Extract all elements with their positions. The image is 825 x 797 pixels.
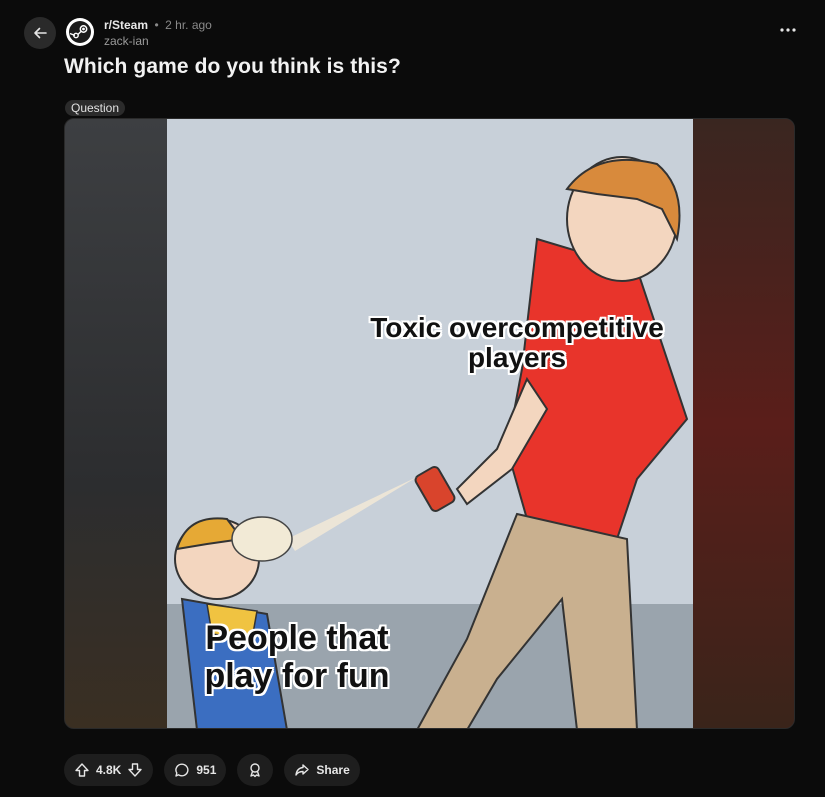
comment-bubble-icon: [175, 763, 189, 777]
subreddit-name[interactable]: r/Steam: [104, 18, 148, 32]
media-blur-left: [65, 119, 167, 728]
comments-button[interactable]: 951: [164, 754, 227, 786]
vote-count: 4.8K: [96, 763, 122, 777]
arrow-up-icon[interactable]: [74, 762, 90, 778]
share-label: Share: [316, 763, 350, 777]
back-button[interactable]: [24, 17, 56, 49]
post-time: 2 hr. ago: [165, 18, 212, 32]
share-arrow-icon: [295, 764, 310, 776]
post-title: Which game do you think is this?: [64, 55, 401, 78]
award-icon: [250, 763, 261, 778]
meme-image: [167, 119, 693, 728]
comment-count: 951: [196, 763, 217, 777]
post-media[interactable]: Toxic overcompetitive players People tha…: [64, 118, 795, 729]
arrow-left-icon: [34, 27, 47, 39]
ellipsis-icon: [780, 28, 796, 32]
subreddit-avatar[interactable]: [66, 18, 94, 46]
share-button[interactable]: Share: [284, 754, 360, 786]
more-options-button[interactable]: [777, 22, 799, 38]
post-meta: r/Steam • 2 hr. ago zack-ian: [104, 17, 212, 49]
post-actions: 4.8K 951 Share: [64, 754, 360, 788]
post-author[interactable]: zack-ian: [104, 33, 212, 49]
vote-bar: 4.8K: [64, 754, 154, 786]
steam-logo-icon: [69, 21, 91, 43]
post-flair[interactable]: Question: [65, 100, 126, 116]
award-button[interactable]: [237, 754, 274, 786]
arrow-down-icon[interactable]: [127, 762, 143, 778]
media-blur-right: [691, 119, 794, 728]
meta-separator: •: [154, 18, 159, 32]
post-header: r/Steam • 2 hr. ago zack-ian: [0, 0, 825, 60]
